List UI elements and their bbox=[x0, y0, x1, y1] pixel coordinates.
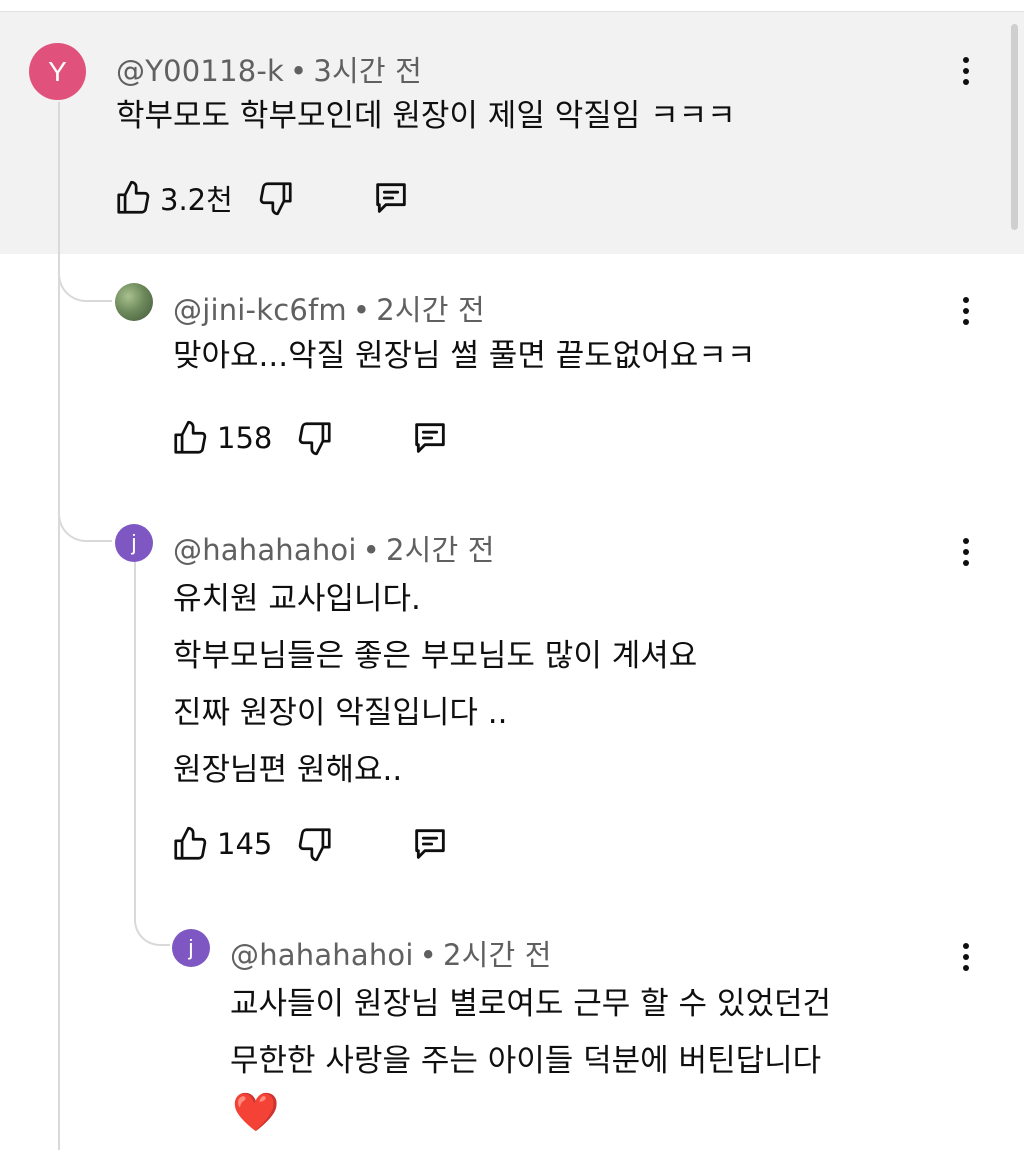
timestamp: 2시간 전 bbox=[442, 938, 552, 972]
avatar[interactable] bbox=[115, 283, 153, 321]
thumbs-up-icon bbox=[174, 826, 207, 860]
dislike-button[interactable] bbox=[296, 825, 334, 863]
timestamp: 2시간 전 bbox=[385, 533, 495, 567]
author-name[interactable]: @jini-kc6fm bbox=[173, 293, 347, 327]
more-vert-icon bbox=[963, 538, 969, 544]
meta-separator: • bbox=[352, 293, 371, 327]
reply-button[interactable] bbox=[410, 418, 450, 458]
comment-actions: 145 bbox=[171, 822, 450, 866]
comment-meta: @Y00118-k • 3시간 전 bbox=[116, 48, 422, 90]
scrollbar[interactable] bbox=[1011, 24, 1018, 230]
reply-icon bbox=[376, 183, 406, 213]
dislike-button[interactable] bbox=[296, 419, 334, 457]
thumbs-up-icon bbox=[174, 420, 207, 454]
thumbs-down-icon bbox=[259, 182, 292, 216]
comment-meta: @hahahahoi • 2시간 전 bbox=[230, 932, 552, 974]
reply-button[interactable] bbox=[410, 824, 450, 864]
thumbs-up-icon bbox=[117, 180, 150, 214]
avatar[interactable]: j bbox=[115, 524, 153, 562]
avatar[interactable]: j bbox=[172, 929, 210, 967]
comment-actions: 3.2천 bbox=[114, 176, 411, 220]
meta-separator: • bbox=[419, 938, 437, 972]
comment-text: 유치원 교사입니다. 학부모님들은 좋은 부모님도 많이 계셔요 진짜 원장이 … bbox=[173, 581, 698, 788]
more-options-button[interactable] bbox=[956, 291, 976, 331]
meta-separator: • bbox=[290, 54, 308, 88]
comment-text: 학부모도 학부모인데 원장이 제일 악질임 ㅋㅋㅋ bbox=[116, 98, 736, 134]
reply-button[interactable] bbox=[371, 178, 411, 218]
author-name[interactable]: @hahahahoi bbox=[230, 938, 414, 972]
avatar-letter: j bbox=[188, 935, 194, 960]
thumbs-down-icon bbox=[299, 422, 331, 456]
more-vert-icon bbox=[963, 57, 969, 63]
more-vert-icon bbox=[963, 943, 969, 949]
comment-actions: 158 bbox=[171, 416, 450, 460]
comment-text: 맞아요...악질 원장님 썰 풀면 끝도없어요ㅋㅋ bbox=[173, 338, 756, 374]
author-name[interactable]: @Y00118-k bbox=[116, 54, 284, 88]
reply-icon bbox=[415, 829, 446, 859]
more-options-button[interactable] bbox=[956, 937, 976, 977]
like-button[interactable] bbox=[171, 825, 209, 863]
timestamp: 3시간 전 bbox=[313, 54, 423, 88]
heart-emoji: ❤️ bbox=[232, 1090, 280, 1134]
author-name[interactable]: @hahahahoi bbox=[173, 533, 357, 567]
meta-separator: • bbox=[362, 533, 380, 567]
like-count: 3.2천 bbox=[160, 183, 233, 217]
more-vert-icon bbox=[963, 297, 969, 303]
like-button[interactable] bbox=[114, 179, 152, 217]
like-button[interactable] bbox=[171, 419, 209, 457]
comment-meta: @jini-kc6fm • 2시간 전 bbox=[173, 287, 485, 329]
timestamp: 2시간 전 bbox=[376, 293, 485, 327]
thread-connector-reply-1 bbox=[58, 250, 112, 302]
avatar-letter: Y bbox=[48, 55, 67, 87]
more-options-button[interactable] bbox=[956, 51, 976, 91]
comment-text: 교사들이 원장님 별로여도 근무 할 수 있었던건 무한한 사랑을 주는 아이들… bbox=[230, 986, 832, 1079]
thread-connector-reply-3 bbox=[134, 900, 170, 946]
thumbs-down-icon bbox=[299, 828, 331, 862]
like-count: 158 bbox=[217, 421, 273, 455]
thread-connector-reply-2 bbox=[58, 490, 112, 542]
top-divider bbox=[0, 0, 1024, 12]
like-count: 145 bbox=[217, 827, 273, 861]
avatar[interactable]: Y bbox=[29, 43, 86, 100]
more-options-button[interactable] bbox=[956, 532, 976, 572]
reply-icon bbox=[415, 423, 446, 453]
thread-line-nested bbox=[134, 562, 136, 902]
comment-meta: @hahahahoi • 2시간 전 bbox=[173, 527, 495, 569]
avatar-letter: j bbox=[131, 530, 137, 555]
dislike-button[interactable] bbox=[257, 179, 295, 217]
